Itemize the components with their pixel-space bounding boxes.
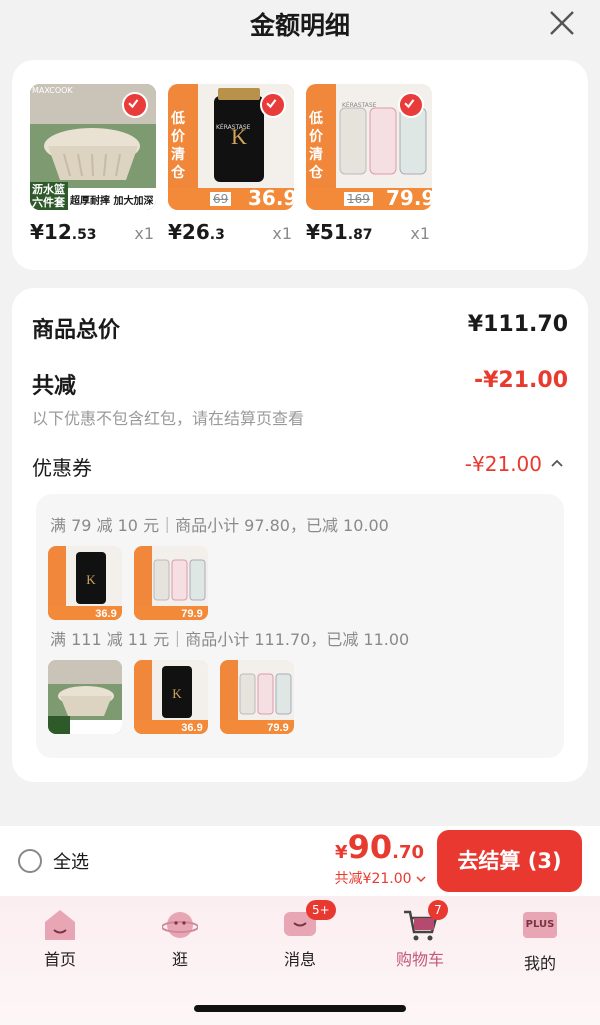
tab-badge: 5+ [306,900,336,920]
tab-label: 购物车 [395,950,444,969]
thumb-caption: 沥水篮六件套 [32,183,65,209]
checkout-button[interactable]: 去结算 (3) [437,830,582,892]
coupon-label: 优惠券 [32,456,92,480]
thumb-new-price: 36.9 [248,186,294,210]
checked-icon[interactable] [122,92,148,118]
price-row: ¥12.53 x1 [30,220,156,250]
price-row: ¥26.3 x1 [168,220,294,250]
tab-messages[interactable]: 5+ 消息 [260,900,340,970]
coupon-product-thumb: 79.9 [134,546,208,620]
product-qty: x1 [410,224,430,243]
product-thumbnail: 低价清仓 169 79.9 KÉRASTASE [306,84,432,210]
discount-value: -¥21.00 [473,368,568,393]
checkout-bar: 全选 ¥90.70 共减¥21.00 去结算 (3) [0,826,600,896]
product-item[interactable]: 低价清仓 169 79.9 KÉRASTASE ¥51.87 x1 [306,84,432,244]
brand-text: KÉRASTASE [216,124,251,131]
svg-text:K: K [172,686,182,701]
home-icon [42,908,78,942]
thumb-caption: 低价清仓 [309,111,323,181]
price-row: ¥51.87 x1 [306,220,432,250]
total-value: ¥111.70 [467,312,568,337]
svg-text:79.9: 79.9 [181,608,202,620]
product-qty: x1 [134,224,154,243]
planet-icon [161,908,199,942]
selected-products-card: MAXCOOK 沥水篮六件套 超厚耐摔 加大加深 ¥12.53 x1 K 低价清… [12,60,588,270]
product-item[interactable]: MAXCOOK 沥水篮六件套 超厚耐摔 加大加深 ¥12.53 x1 [30,84,156,244]
tab-badge: 7 [428,900,448,920]
svg-text:36.9: 36.9 [95,608,116,620]
cart-icon: 7 [402,900,448,942]
pay-amount: ¥90.70 [335,828,424,866]
tab-label: 消息 [283,950,316,969]
coupon-detail-box: 满 79 减 10 元｜商品小计 97.80，已减 10.00 K 36.9 7… [36,494,564,758]
svg-text:K: K [86,572,96,587]
discount-note: 以下优惠不包含红包，请在结算页查看 [32,409,305,428]
checked-icon[interactable] [260,92,286,118]
tab-explore[interactable]: 逛 [140,908,220,970]
coupon-value: -¥21.00 [464,452,542,476]
saved-amount[interactable]: 共减¥21.00 [335,868,426,888]
coupon-row[interactable]: 优惠券 -¥21.00 [32,452,568,480]
page-title: 金额明细 [249,11,350,40]
brand-text: KÉRASTASE [342,102,377,109]
message-icon: 5+ [282,900,336,942]
tab-label: 逛 [171,950,188,969]
thumb-caption: 低价清仓 [171,111,185,181]
coupon-product-thumb: K 36.9 [48,546,122,620]
chevron-up-icon[interactable] [550,456,564,470]
thumb-old-price: 169 [344,192,373,206]
price-summary-card: 商品总价 ¥111.70 共减 -¥21.00 以下优惠不包含红包，请在结算页查… [12,288,588,782]
tab-label: 我的 [523,954,556,973]
plus-icon: PLUS [523,912,557,946]
svg-text:79.9: 79.9 [267,722,288,734]
product-thumbnail: MAXCOOK 沥水篮六件套 超厚耐摔 加大加深 [30,84,156,210]
brand-text: MAXCOOK [32,86,73,95]
total-label: 商品总价 [32,318,121,343]
product-price: ¥12.53 [30,220,97,244]
svg-text:36.9: 36.9 [181,722,202,734]
tab-cart[interactable]: 7 购物车 [380,900,460,970]
checked-icon[interactable] [398,92,424,118]
coupon-product-thumb: K 36.9 [134,660,208,734]
coupon-product-thumb [48,660,122,734]
plus-badge-text: PLUS [523,912,557,938]
tab-profile[interactable]: PLUS 我的 [500,908,580,974]
product-price: ¥51.87 [306,220,373,244]
coupon-rule: 满 111 减 11 元｜商品小计 111.70，已减 11.00 [50,630,410,649]
discount-label: 共减 [32,374,77,399]
select-all-radio[interactable] [18,849,42,873]
coupon-rule: 满 79 减 10 元｜商品小计 97.80，已减 10.00 [50,516,389,535]
product-qty: x1 [272,224,292,243]
header: 金额明细 [0,0,600,50]
thumb-tag: 超厚耐摔 加大加深 [70,196,154,207]
select-all-label[interactable]: 全选 [53,848,89,874]
coupon-product-thumb: 79.9 [220,660,294,734]
product-thumbnail: K 低价清仓 69 36.9 KÉRASTASE [168,84,294,210]
tab-home[interactable]: 首页 [20,908,100,970]
product-item[interactable]: K 低价清仓 69 36.9 KÉRASTASE ¥26.3 x1 [168,84,294,244]
thumb-old-price: 69 [210,192,232,206]
tab-label: 首页 [43,950,76,969]
product-price: ¥26.3 [168,220,225,244]
total-row: 商品总价 ¥111.70 [32,312,568,343]
discount-row: 共减 -¥21.00 [32,368,568,399]
home-indicator [194,1005,406,1012]
thumb-new-price: 79.9 [386,186,432,210]
chevron-down-icon [416,876,426,883]
close-icon[interactable] [548,9,576,37]
